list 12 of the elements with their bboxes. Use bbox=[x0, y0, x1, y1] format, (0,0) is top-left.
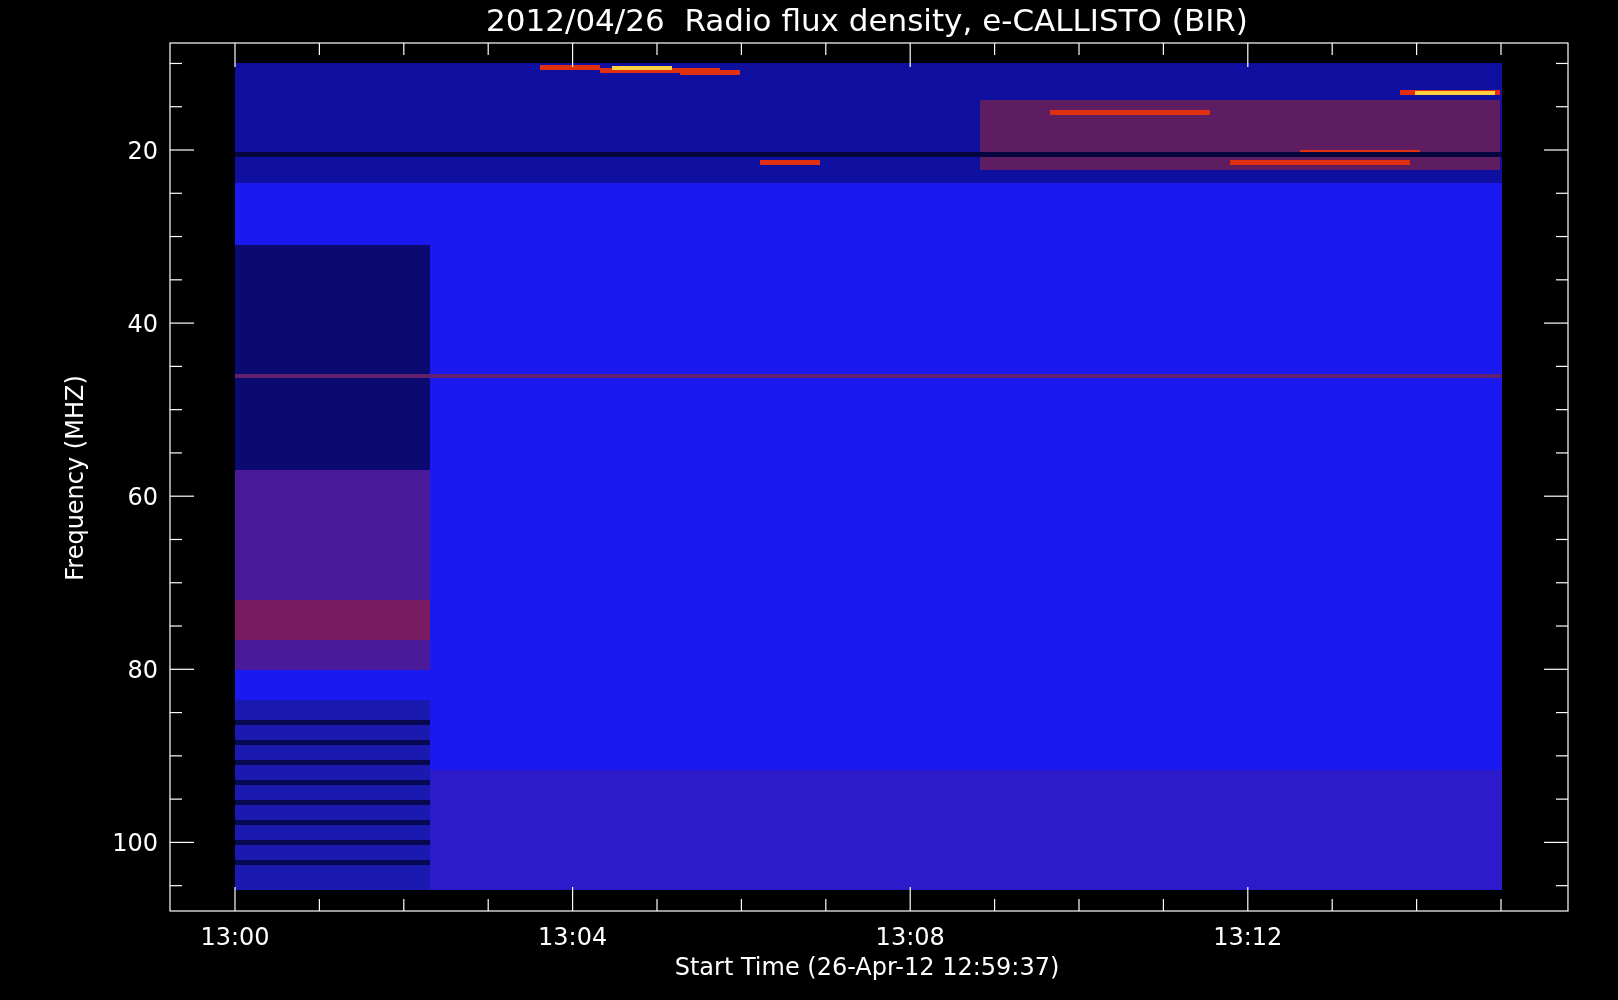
x-tick-label: 13:00 bbox=[200, 923, 270, 951]
y-axis-label: Frequency (MHZ) bbox=[61, 375, 89, 581]
y-tick-label: 20 bbox=[127, 137, 158, 165]
y-tick-label: 80 bbox=[127, 656, 158, 685]
y-tick-label: 60 bbox=[127, 483, 158, 512]
x-tick-label: 13:08 bbox=[875, 923, 945, 951]
x-axis-label: Start Time (26-Apr-12 12:59:37) bbox=[674, 953, 1060, 981]
y-tick-label: 40 bbox=[127, 310, 158, 339]
y-tick-label: 100 bbox=[112, 829, 158, 858]
chart-title: 2012/04/26 Radio flux density, e-CALLISTO (BIR) bbox=[486, 2, 1248, 38]
x-tick-label: 13:12 bbox=[1213, 923, 1283, 951]
x-tick-label: 13:04 bbox=[538, 923, 608, 951]
